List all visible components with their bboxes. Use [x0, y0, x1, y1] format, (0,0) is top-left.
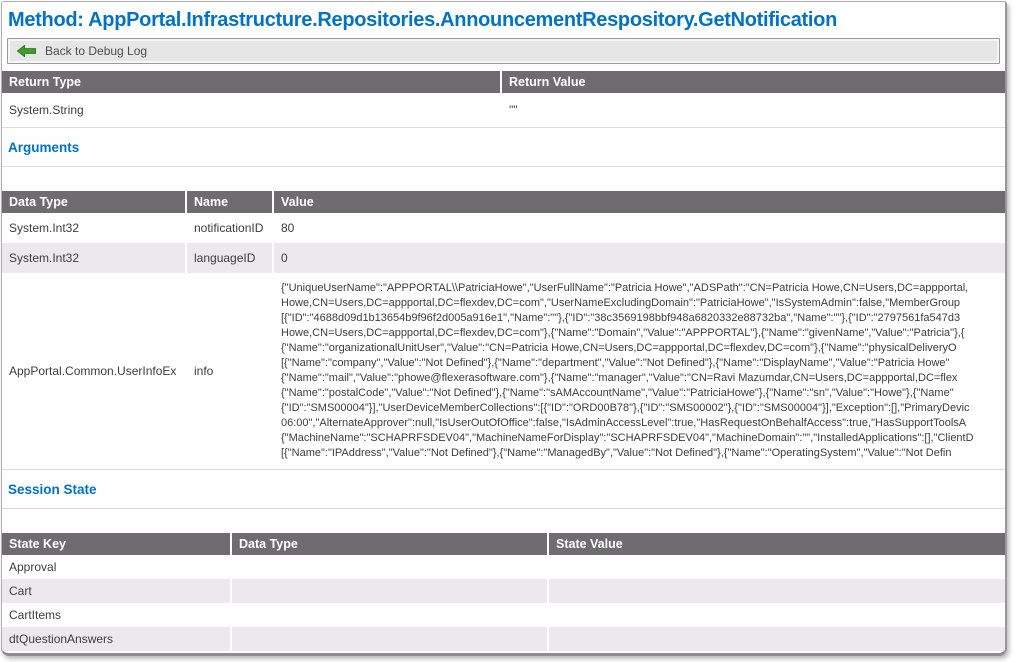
state-key-cell: Cart	[2, 579, 230, 603]
session-state-heading: Session State	[8, 482, 999, 497]
session-state-row-dtquestionanswers: dtQuestionAnswers	[2, 627, 1005, 651]
argument-row-language-id: System.Int32 languageID 0	[2, 243, 1005, 273]
state-key-cell: dtQuestionAnswers	[2, 627, 230, 651]
session-state-row-approval: Approval	[2, 555, 1005, 579]
state-value-cell	[547, 627, 1005, 651]
arguments-heading: Arguments	[8, 140, 999, 155]
back-arrow-icon	[17, 45, 36, 57]
column-header-return-value: Return Value	[500, 71, 1005, 93]
json-line: [{"Name":"IPAddress","Value":"Not Define…	[281, 446, 1005, 461]
back-button-label: Back to Debug Log	[45, 44, 147, 58]
argument-value-cell: 0	[272, 243, 1005, 273]
argument-row-info: AppPortal.Common.UserInfoEx info {"Uniqu…	[2, 273, 1005, 469]
json-line: Howe,CN=Users,DC=appportal,DC=flexdev,DC…	[281, 326, 1005, 341]
json-line: {"UniqueUserName":"APPPORTAL\\PatriciaHo…	[281, 281, 1005, 296]
state-data-type-cell	[230, 555, 547, 579]
state-value-cell	[547, 579, 1005, 603]
argument-data-type-cell: AppPortal.Common.UserInfoEx	[2, 273, 185, 469]
column-header-return-type: Return Type	[2, 71, 500, 93]
argument-data-type-cell: System.Int32	[2, 213, 185, 243]
json-line: Howe,CN=Users,DC=appportal,DC=flexdev,DC…	[281, 296, 1005, 311]
json-line: {"ID":"SMS00004"}],"UserDeviceMemberColl…	[281, 401, 1005, 416]
json-line: 06:00","AlternateApprover":null,"IsUserO…	[281, 416, 1005, 431]
argument-name-cell: notificationID	[185, 213, 272, 243]
json-line: {"Name":"organizationalUnitUser","Value"…	[281, 341, 1005, 356]
state-key-cell: Approval	[2, 555, 230, 579]
column-header-name: Name	[185, 191, 272, 213]
argument-name-cell: languageID	[185, 243, 272, 273]
session-state-row-cartitems: CartItems	[2, 603, 1005, 627]
json-line: [{"ID":"4688d09d1b13654b9f96f2d005a916e1…	[281, 311, 1005, 326]
state-data-type-cell	[230, 579, 547, 603]
page-title: Method: AppPortal.Infrastructure.Reposit…	[2, 2, 1005, 38]
session-state-section-band: Session State	[2, 469, 1005, 509]
return-table-header: Return Type Return Value	[2, 71, 1005, 93]
json-line: [{"Name":"company","Value":"Not Defined"…	[281, 356, 1005, 371]
arguments-section-band: Arguments	[2, 127, 1005, 167]
state-data-type-cell	[230, 627, 547, 651]
json-line: {"Name":"postalCode","Value":"Not Define…	[281, 386, 1005, 401]
json-line: {"Name":"mail","Value":"phowe@flexerasof…	[281, 371, 1005, 386]
spacer	[2, 509, 1005, 533]
state-key-cell: CartItems	[2, 603, 230, 627]
session-state-table-header: State Key Data Type State Value	[2, 533, 1005, 555]
json-line: {"MachineName":"SCHAPRFSDEV04","MachineN…	[281, 431, 1005, 446]
debug-method-panel: Method: AppPortal.Infrastructure.Reposit…	[1, 1, 1007, 656]
column-header-state-value: State Value	[547, 533, 1005, 555]
argument-value-json-blob: {"UniqueUserName":"APPPORTAL\\PatriciaHo…	[272, 273, 1005, 469]
argument-name-cell: info	[185, 273, 272, 469]
argument-row-notification-id: System.Int32 notificationID 80	[2, 213, 1005, 243]
return-type-cell: System.String	[2, 93, 500, 127]
state-value-cell	[547, 603, 1005, 627]
arguments-table-header: Data Type Name Value	[2, 191, 1005, 213]
column-header-value: Value	[272, 191, 1005, 213]
back-to-debug-log-button[interactable]: Back to Debug Log	[7, 38, 1000, 64]
argument-data-type-cell: System.Int32	[2, 243, 185, 273]
column-header-data-type: Data Type	[230, 533, 547, 555]
argument-value-cell: 80	[272, 213, 1005, 243]
spacer	[2, 167, 1005, 191]
state-data-type-cell	[230, 603, 547, 627]
return-value-cell: ""	[500, 93, 1005, 127]
session-state-row-cart: Cart	[2, 579, 1005, 603]
return-table-row: System.String ""	[2, 93, 1005, 127]
state-value-cell	[547, 555, 1005, 579]
column-header-data-type: Data Type	[2, 191, 185, 213]
column-header-state-key: State Key	[2, 533, 230, 555]
